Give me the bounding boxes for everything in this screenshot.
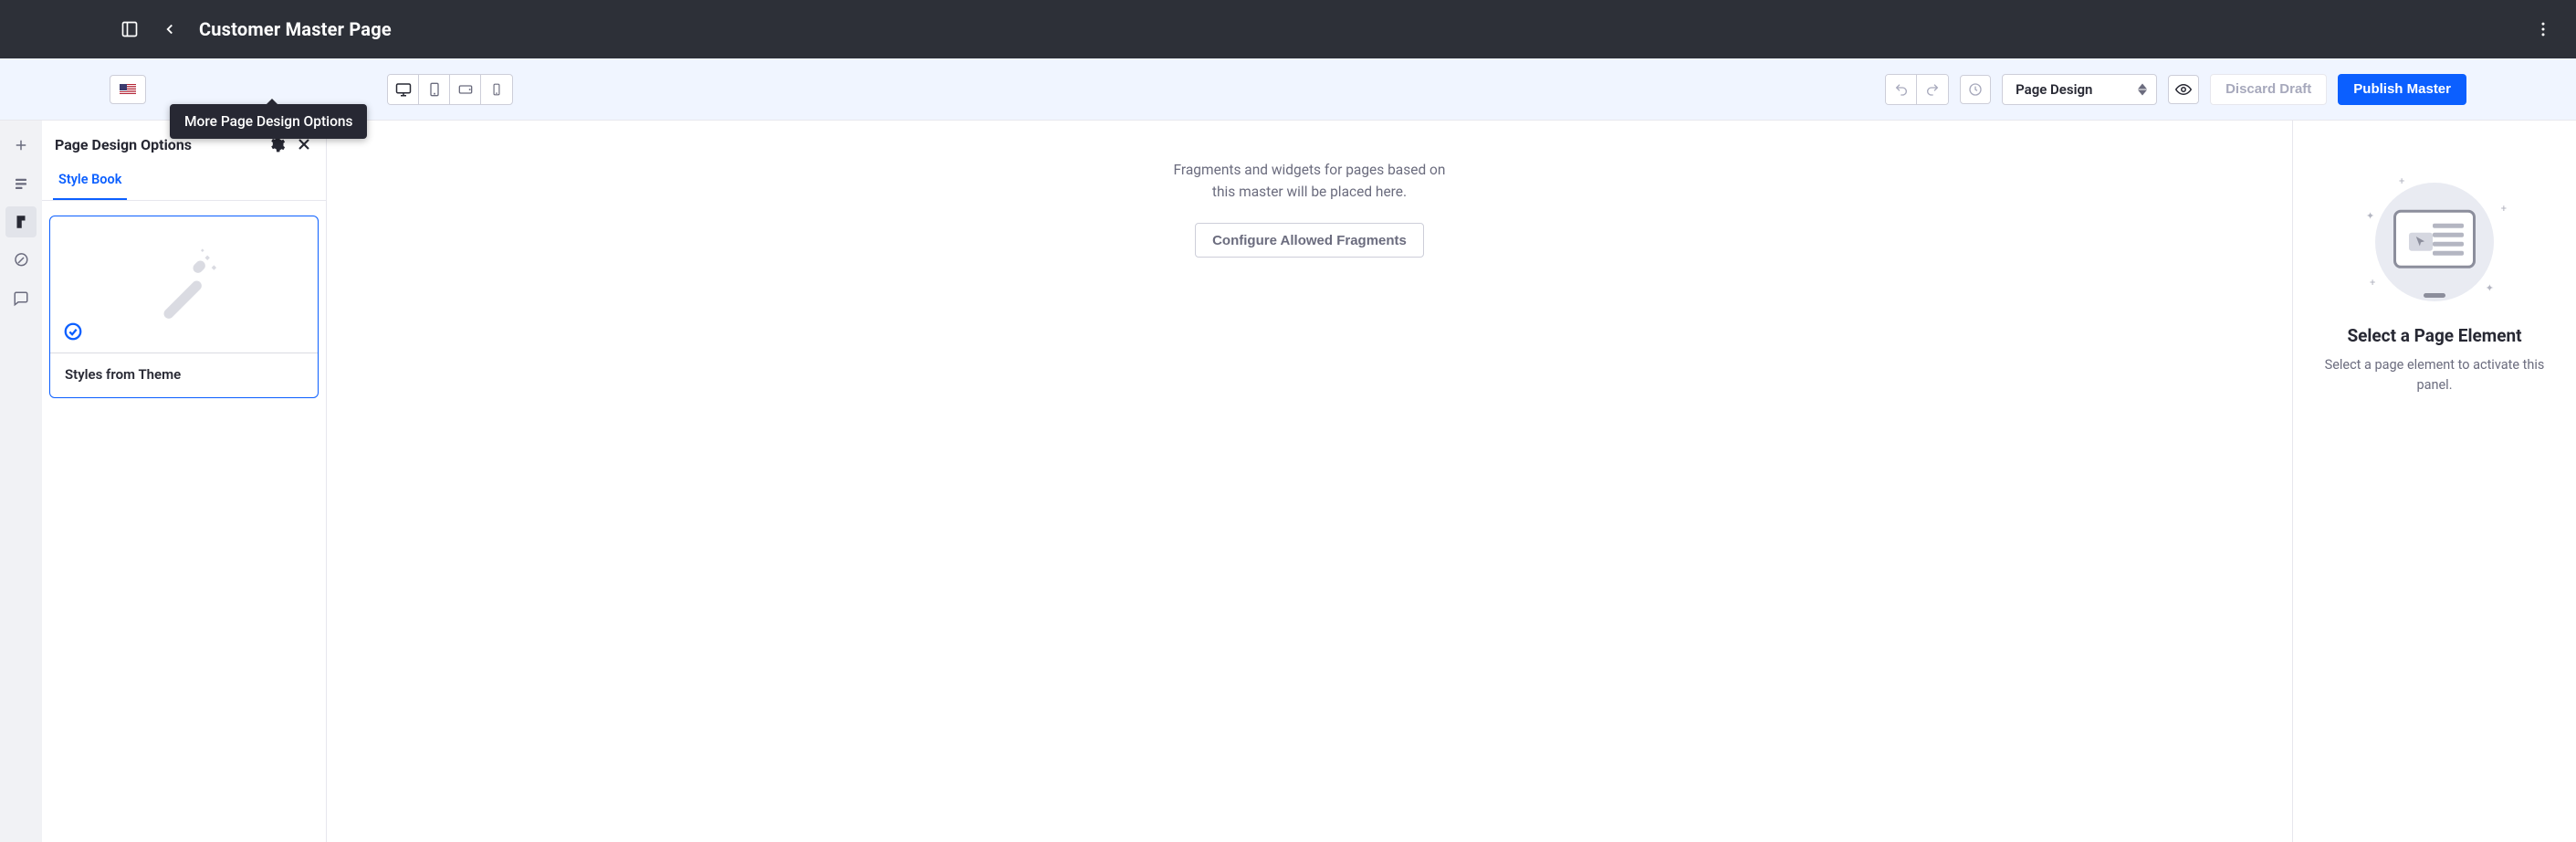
history-clock-button[interactable]	[1960, 75, 1991, 104]
header-right	[2532, 18, 2554, 40]
main: Page Design Options Style Book	[0, 121, 2576, 842]
undo-button[interactable]	[1886, 75, 1917, 104]
tooltip: More Page Design Options	[170, 104, 367, 139]
language-selector[interactable]	[110, 75, 146, 104]
toolbar: More Page Design Options Page Design	[0, 58, 2576, 121]
rail-comments[interactable]	[5, 283, 37, 314]
viewport-tablet-portrait[interactable]	[419, 75, 450, 104]
app-header: Customer Master Page	[0, 0, 2576, 58]
rail-link[interactable]	[5, 245, 37, 276]
placeholder-line2: this master will be placed here.	[1212, 184, 1407, 200]
viewport-tablet-landscape[interactable]	[450, 75, 481, 104]
history-buttons	[1885, 74, 1949, 105]
style-book-card[interactable]: Styles from Theme	[49, 216, 319, 398]
publish-master-button[interactable]: Publish Master	[2338, 74, 2466, 105]
sidebar-toggle-icon[interactable]	[119, 18, 141, 40]
card-label: Styles from Theme	[50, 353, 318, 397]
more-menu-icon[interactable]	[2532, 18, 2554, 40]
preview-button[interactable]	[2168, 75, 2199, 104]
rail-browser[interactable]	[5, 168, 37, 199]
side-rail	[0, 121, 42, 842]
magic-wand-icon	[143, 244, 225, 326]
mode-select-label: Page Design	[2016, 81, 2092, 98]
rail-add[interactable]	[5, 130, 37, 161]
tab-style-book[interactable]: Style Book	[53, 163, 127, 200]
selected-check-icon	[63, 321, 83, 342]
back-button[interactable]	[159, 18, 181, 40]
viewport-desktop[interactable]	[388, 75, 419, 104]
viewport-switcher	[387, 74, 513, 105]
panel-tabs: Style Book	[42, 163, 326, 201]
page-title: Customer Master Page	[199, 18, 392, 40]
canvas: Fragments and widgets for pages based on…	[327, 121, 2293, 842]
placeholder-line1: Fragments and widgets for pages based on	[1174, 162, 1446, 178]
redo-button[interactable]	[1917, 75, 1948, 104]
canvas-placeholder: Fragments and widgets for pages based on…	[1174, 159, 1446, 258]
discard-draft-button[interactable]: Discard Draft	[2210, 74, 2327, 105]
viewport-mobile[interactable]	[481, 75, 512, 104]
card-preview	[50, 216, 318, 353]
selection-panel: ✦ + + ✦ + Select a Page Element Select a…	[2293, 121, 2576, 842]
header-left: Customer Master Page	[119, 18, 2532, 40]
placeholder-text: Fragments and widgets for pages based on…	[1174, 159, 1446, 203]
selection-illustration: ✦ + + ✦ +	[2357, 174, 2512, 310]
configure-fragments-button[interactable]: Configure Allowed Fragments	[1195, 223, 1424, 258]
panel-body: Styles from Theme	[42, 201, 326, 413]
selection-subtitle: Select a page element to activate this p…	[2315, 355, 2554, 396]
flag-us-icon	[120, 84, 136, 95]
rail-page-design[interactable]	[5, 206, 37, 237]
selection-title: Select a Page Element	[2347, 325, 2521, 346]
page-design-panel: Page Design Options Style Book	[42, 121, 327, 842]
mode-select[interactable]: Page Design	[2002, 74, 2157, 105]
sort-icon	[2138, 83, 2147, 95]
